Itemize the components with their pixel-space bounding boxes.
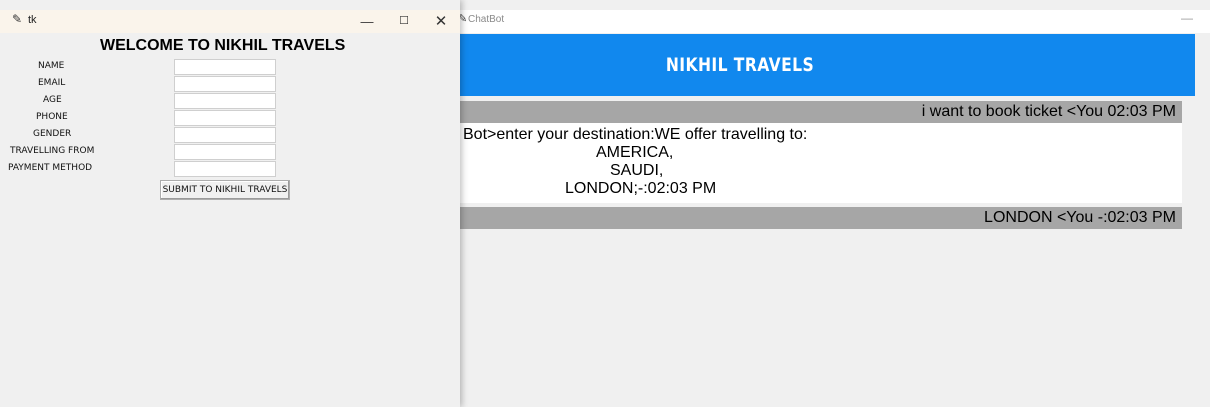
user-message: i want to book ticket <You 02:03 PM [440,101,1182,123]
name-label: NAME [38,61,65,71]
travelling-from-input[interactable] [174,144,276,160]
bot-message-line: AMERICA, [596,144,674,161]
payment-method-input[interactable] [174,161,276,177]
minimize-button[interactable]: — [352,10,382,33]
travelling-from-label: TRAVELLING FROM [10,146,95,156]
bot-message: Bot>enter your destination:WE offer trav… [440,123,1182,203]
age-label: AGE [43,95,62,105]
window-title: tk [28,14,37,26]
close-button[interactable]: ✕ [426,10,456,33]
name-input[interactable] [174,59,276,75]
phone-input[interactable] [174,110,276,126]
payment-method-label: PAYMENT METHOD [8,163,93,173]
chatbot-titlebar[interactable]: ✎ ChatBot — [440,10,1210,33]
gender-input[interactable] [174,127,276,143]
email-label: EMAIL [38,78,66,88]
chat-log[interactable]: i want to book ticket <You 02:03 PM Bot>… [440,101,1182,407]
tk-window: ✎ tk — ☐ ✕ WELCOME TO NIKHIL TRAVELS NAM… [0,0,460,407]
submit-button[interactable]: SUBMIT TO NIKHIL TRAVELS [160,180,290,200]
bot-message-line: LONDON;-:02:03 PM [565,180,717,197]
gender-label: GENDER [33,129,72,139]
minimize-button[interactable]: — [1181,11,1193,25]
form-heading: WELCOME TO NIKHIL TRAVELS [100,37,346,54]
email-input[interactable] [174,76,276,92]
phone-label: PHONE [36,112,68,122]
tk-titlebar[interactable]: ✎ tk — ☐ ✕ [0,10,460,33]
maximize-button[interactable]: ☐ [389,10,419,33]
chat-banner: NIKHIL TRAVELS [440,34,1195,96]
user-message: LONDON <You -:02:03 PM [440,207,1182,229]
age-input[interactable] [174,93,276,109]
banner-title: NIKHIL TRAVELS [665,54,815,76]
bot-message-line: Bot>enter your destination:WE offer trav… [463,126,808,143]
chatbot-window: ✎ ChatBot — NIKHIL TRAVELS i want to boo… [440,0,1210,407]
bot-message-line: SAUDI, [610,162,664,179]
window-title: ChatBot [468,14,505,25]
feather-icon: ✎ [12,12,23,26]
